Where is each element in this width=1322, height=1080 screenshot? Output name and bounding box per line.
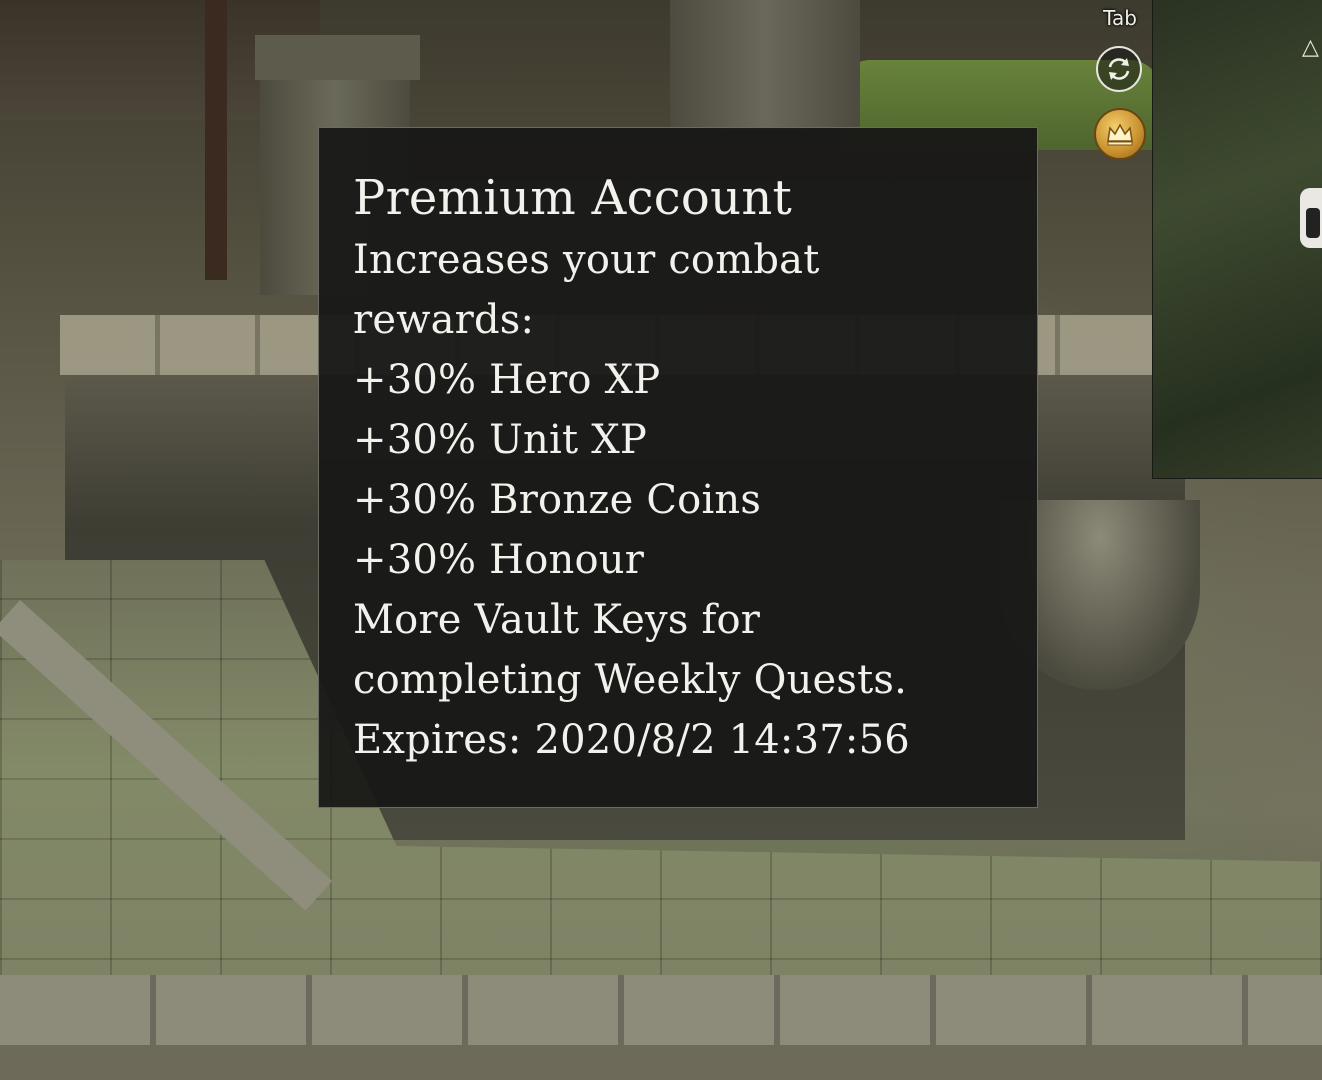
expiry-date: Expires: 2020/8/2 14:37:56: [353, 717, 910, 763]
premium-account-button[interactable]: [1094, 108, 1146, 160]
minimap[interactable]: [1152, 0, 1322, 479]
stone-curb: [0, 975, 1322, 1045]
premium-account-tooltip: Premium Account Increases your combat re…: [318, 127, 1038, 808]
tab-key-hint: Tab: [1103, 6, 1137, 30]
tooltip-description-line-1: Increases your combat: [353, 237, 820, 283]
minimap-marker-icon[interactable]: △: [1302, 35, 1322, 61]
statue-base: [670, 0, 860, 130]
wooden-pole: [205, 0, 227, 280]
bonus-bronze-coins: +30% Bronze Coins: [353, 477, 762, 523]
vault-keys-line-1: More Vault Keys for: [353, 597, 761, 643]
bonus-honour: +30% Honour: [353, 537, 645, 583]
swap-arrows-icon: [1108, 58, 1130, 80]
tooltip-title: Premium Account: [353, 170, 793, 226]
bonus-hero-xp: +30% Hero XP: [353, 357, 661, 403]
bonus-unit-xp: +30% Unit XP: [353, 417, 647, 463]
swap-view-button[interactable]: [1096, 46, 1142, 92]
minimap-unit-icon[interactable]: [1300, 188, 1322, 248]
crown-icon: [1107, 123, 1133, 146]
vault-keys-line-2: completing Weekly Quests.: [353, 657, 908, 703]
stone-pillar-cap: [255, 35, 420, 80]
tooltip-description-line-2: rewards:: [353, 297, 535, 343]
ground: [0, 1045, 1322, 1080]
